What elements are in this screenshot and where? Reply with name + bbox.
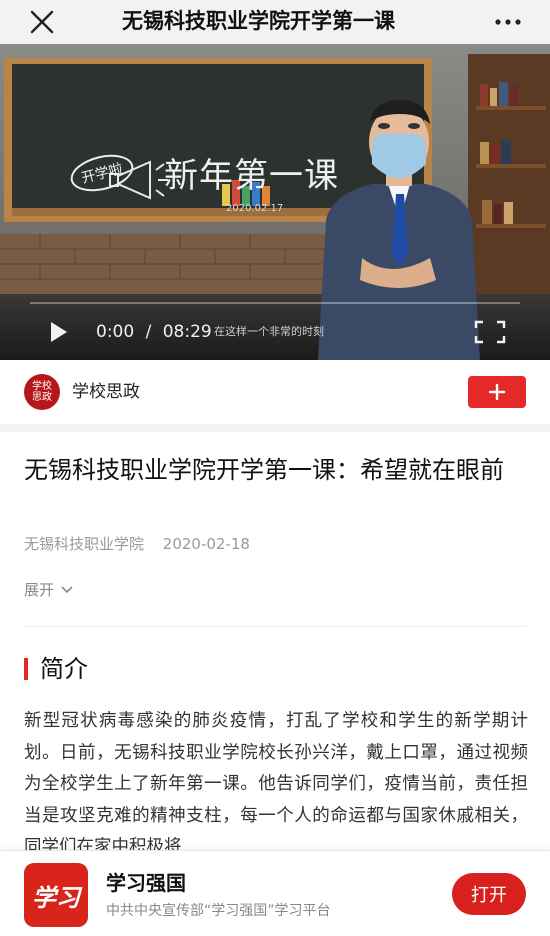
follow-button[interactable]: [468, 376, 526, 408]
article-meta: 无锡科技职业学院 2020-02-18: [24, 533, 250, 555]
app-description: 中共中央宣传部“学习强国”学习平台: [106, 903, 331, 919]
fullscreen-icon[interactable]: [474, 320, 506, 344]
divider: [24, 626, 526, 627]
expand-label: 展开: [24, 581, 55, 599]
section-divider: [0, 424, 550, 432]
more-options-icon[interactable]: [494, 14, 522, 30]
video-subtitle: 在这样一个非常的时刻: [214, 325, 324, 338]
video-time: 0:00 / 08:29: [96, 320, 212, 344]
app-name: 学习强国: [106, 871, 186, 895]
open-app-button[interactable]: 打开: [452, 873, 526, 915]
plus-icon: [488, 383, 506, 401]
intro-text: 新型冠状病毒感染的肺炎疫情，打乱了学校和学生的新学期计划。日前，无锡科技职业学院…: [24, 711, 528, 852]
page-title: 无锡科技职业学院开学第一课: [122, 9, 395, 33]
close-icon[interactable]: [28, 8, 56, 36]
app-logo[interactable]: 学习: [24, 863, 88, 927]
article-source[interactable]: 无锡科技职业学院: [24, 535, 144, 553]
time-separator: /: [145, 322, 152, 342]
chevron-down-icon: [61, 586, 73, 594]
play-icon[interactable]: [46, 320, 70, 344]
channel-avatar[interactable]: 学校思政: [24, 374, 60, 410]
video-progress-bar[interactable]: [30, 302, 520, 304]
channel-name[interactable]: 学校思政: [72, 380, 140, 404]
app-download-banner: 学习 学习强国 中共中央宣传部“学习强国”学习平台 打开: [0, 850, 550, 936]
app-logo-text: 学习: [32, 882, 80, 912]
top-nav-bar: 无锡科技职业学院开学第一课: [0, 0, 550, 44]
video-player[interactable]: 开学啦 新年第一课 2020.02.17 0:00 / 08:29 在这样一个非…: [0, 44, 550, 360]
chalkboard-title: 新年第一课: [164, 156, 339, 196]
avatar-text: 学校思政: [32, 381, 52, 403]
section-accent-bar: [24, 658, 28, 680]
expand-button[interactable]: 展开: [24, 579, 74, 601]
article-date: 2020-02-18: [162, 535, 250, 553]
intro-section-header: 简介: [24, 654, 88, 684]
chalkboard-date: 2020.02.17: [226, 203, 284, 214]
intro-heading: 简介: [40, 655, 88, 683]
article-headline: 无锡科技职业学院开学第一课：希望就在眼前: [24, 456, 504, 484]
channel-bar: 学校思政 学校思政: [0, 360, 550, 424]
current-time: 0:00: [96, 322, 135, 342]
duration: 08:29: [162, 322, 212, 342]
